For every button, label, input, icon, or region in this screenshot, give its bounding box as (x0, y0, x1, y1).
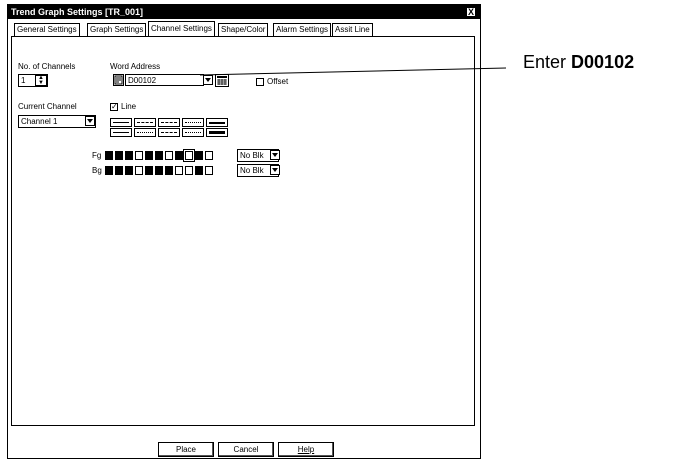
annotation-prefix: Enter (523, 52, 572, 72)
annotation-callout: Enter D00102 (523, 52, 634, 73)
annotation-value: D00102 (571, 52, 635, 72)
